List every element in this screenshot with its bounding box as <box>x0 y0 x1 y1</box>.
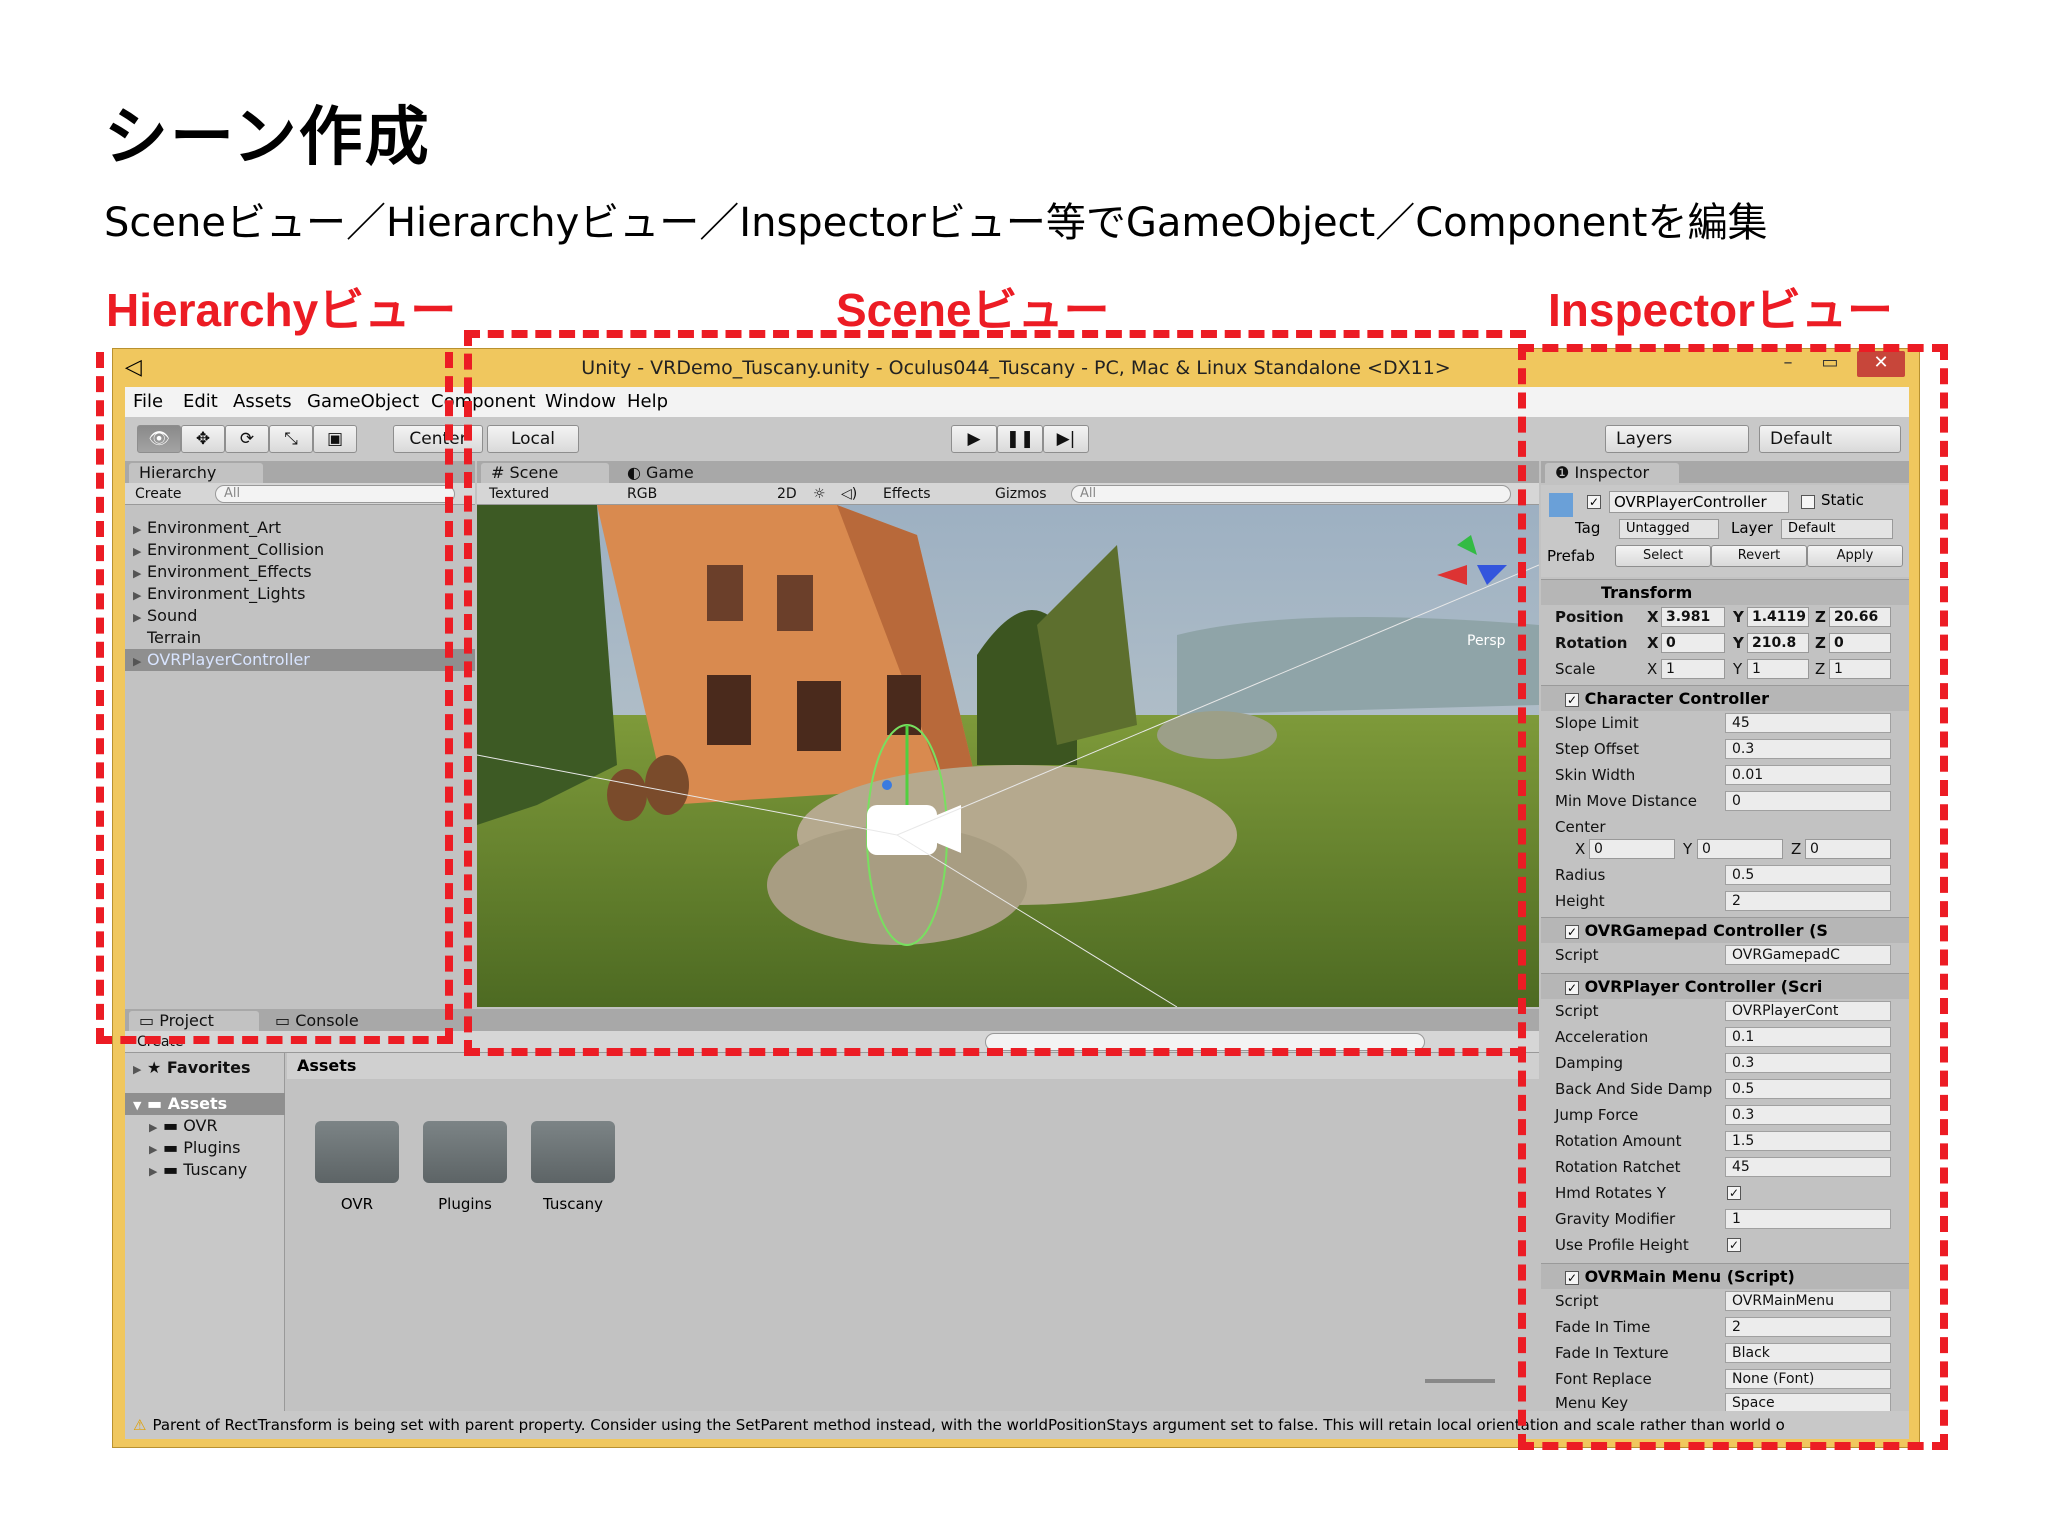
folder-icon[interactable] <box>315 1121 399 1183</box>
assets-tree-item[interactable]: ▼ ▬ Assets <box>125 1093 285 1115</box>
inspector-view-label: Inspectorビュー <box>1548 284 1894 336</box>
folder-label: Plugins <box>438 1195 492 1213</box>
folder-label: Tuscany <box>542 1195 604 1213</box>
tree-item[interactable]: ▶ ▬ Tuscany <box>149 1159 247 1181</box>
project-breadcrumb[interactable]: Assets <box>287 1053 1539 1079</box>
folder-icon[interactable] <box>531 1121 615 1183</box>
inspector-highlight-box <box>1518 344 1948 1450</box>
folder-label: OVR <box>340 1195 374 1213</box>
zoom-slider[interactable] <box>1425 1379 1495 1383</box>
slide-subtitle: Sceneビュー／Hierarchyビュー／Inspectorビュー等でGame… <box>104 200 1768 246</box>
project-panel: ▭ Project ▭ Console Create ▶ ★ Favorites … <box>125 1009 1539 1411</box>
hierarchy-view-label: Hierarchyビュー <box>106 284 457 336</box>
slide-title: シーン作成 <box>104 101 431 175</box>
folder-icon: ▬ <box>163 1116 184 1135</box>
warning-icon: ⚠ <box>133 1416 147 1434</box>
folder-icon[interactable] <box>423 1121 507 1183</box>
favorites-item[interactable]: ▶ ★ Favorites <box>133 1057 251 1079</box>
tree-item[interactable]: ▶ ▬ OVR <box>149 1115 218 1137</box>
folder-icon: ▬ <box>163 1138 184 1157</box>
folder-icon: ▬ <box>147 1094 168 1113</box>
hierarchy-highlight-divider <box>445 352 453 1044</box>
folder-icon: ▬ <box>163 1160 184 1179</box>
hierarchy-highlight-box <box>96 352 453 1044</box>
star-icon: ★ <box>147 1058 167 1077</box>
project-tree: ▶ ★ Favorites ▼ ▬ Assets ▶ ▬ OVR ▶ ▬ Plugins… <box>125 1053 285 1411</box>
scene-highlight-box <box>464 330 1526 1056</box>
tree-item[interactable]: ▶ ▬ Plugins <box>149 1137 241 1159</box>
